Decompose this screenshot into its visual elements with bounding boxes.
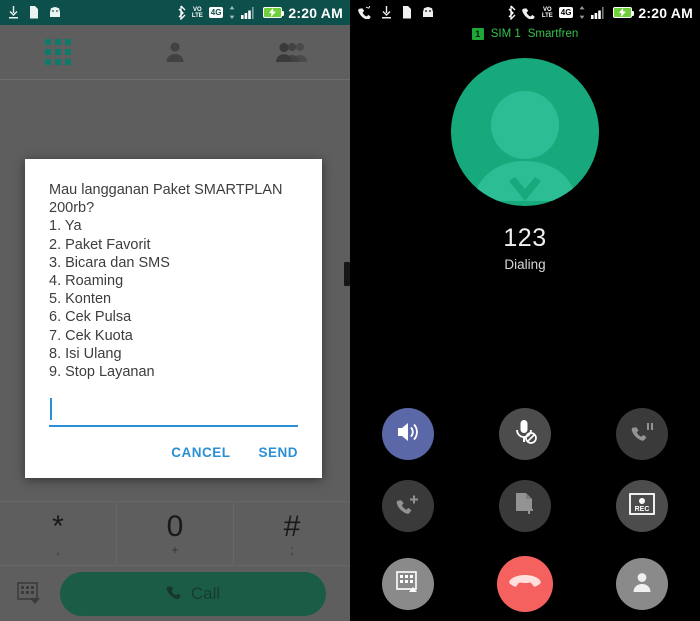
people-group-icon <box>275 41 308 63</box>
person-icon <box>631 571 653 598</box>
add-call-icon <box>396 493 420 520</box>
key-star[interactable]: * , <box>0 502 117 565</box>
sd-card-icon <box>401 6 412 19</box>
right-status-bar: VO LTE 4G 2:20 AM <box>350 0 700 25</box>
svg-text:REC: REC <box>634 506 649 513</box>
call-hold-icon <box>630 421 654 448</box>
add-call-button[interactable] <box>382 480 435 532</box>
contacts-button[interactable] <box>615 558 668 610</box>
hide-dialpad-button[interactable] <box>0 581 60 606</box>
data-arrows-icon <box>579 6 585 19</box>
ussd-input-wrap[interactable] <box>49 395 298 428</box>
volte-icon: VO LTE <box>191 6 203 19</box>
text-caret <box>50 398 52 421</box>
key-hash[interactable]: # ; <box>234 502 350 565</box>
hold-button[interactable] <box>615 408 668 460</box>
ussd-dialog-actions: CANCEL SEND <box>49 427 298 470</box>
download-icon <box>381 6 392 19</box>
status-time: 2:20 AM <box>288 4 343 21</box>
show-dialpad-button[interactable] <box>382 558 435 610</box>
bottom-call-controls <box>350 556 700 612</box>
ussd-message: Mau langganan Paket SMARTPLAN 200rb? 1. … <box>49 182 283 381</box>
signal-bars-icon <box>241 6 257 19</box>
left-phone-screen: VO LTE 4G 2:20 AM * , 0 + # ; Call Mau l… <box>0 0 350 621</box>
dialer-tab-bar <box>0 25 350 80</box>
dialer-call-bar: Call <box>0 565 350 621</box>
ussd-dialog: Mau langganan Paket SMARTPLAN 200rb? 1. … <box>25 159 322 479</box>
sim-carrier-line: 1 SIM 1 Smartfren <box>350 25 700 42</box>
tab-groups[interactable] <box>233 41 350 63</box>
note-add-icon <box>514 492 536 521</box>
right-phone-screen: VO LTE 4G 2:20 AM 1 SIM 1 Smartfren 123 … <box>350 0 700 621</box>
call-button[interactable]: Call <box>60 571 326 616</box>
keypad-row-last: * , 0 + # ; <box>0 501 350 565</box>
left-status-bar: VO LTE 4G 2:20 AM <box>0 0 350 25</box>
end-call-icon <box>509 574 541 595</box>
tab-dialpad[interactable] <box>0 39 117 65</box>
android-icon <box>48 6 62 19</box>
rec-icon: REC <box>628 492 655 521</box>
speaker-button[interactable] <box>382 408 435 460</box>
mic-muted-icon <box>513 419 537 450</box>
carrier-label: Smartfren <box>527 27 579 40</box>
person-icon <box>163 40 187 64</box>
transfer-button[interactable] <box>498 480 551 532</box>
person-avatar-icon <box>459 77 591 206</box>
mute-button[interactable] <box>498 408 551 460</box>
send-button[interactable]: SEND <box>258 445 298 460</box>
battery-charging-icon <box>613 7 635 18</box>
status-time: 2:20 AM <box>638 4 693 21</box>
cancel-button[interactable]: CANCEL <box>171 445 230 460</box>
call-button-label: Call <box>190 583 221 603</box>
signal-bars-icon <box>591 6 607 19</box>
android-icon <box>421 6 435 19</box>
sd-card-icon <box>28 6 39 19</box>
sim-badge: 1 <box>471 27 484 40</box>
missed-call-icon <box>358 5 372 20</box>
bluetooth-icon <box>506 5 516 21</box>
4g-icon: 4G <box>208 7 224 18</box>
avatar <box>451 58 599 206</box>
record-button[interactable]: REC <box>615 480 668 532</box>
phone-icon <box>166 585 184 603</box>
end-call-button[interactable] <box>496 556 553 612</box>
4g-icon: 4G <box>558 7 574 18</box>
data-arrows-icon <box>229 6 235 19</box>
callee-number: 123 <box>503 224 547 252</box>
status-right-icons: VO LTE 4G 2:20 AM <box>176 0 343 25</box>
dialpad-grid-icon <box>45 39 72 65</box>
speaker-icon <box>396 421 420 448</box>
key-zero[interactable]: 0 + <box>117 502 234 565</box>
dialpad-expand-icon <box>395 570 421 599</box>
volte-icon: VO LTE <box>541 6 553 19</box>
sim-label: SIM 1 <box>490 27 521 40</box>
tab-contacts[interactable] <box>117 40 234 64</box>
download-icon <box>8 6 19 19</box>
dialpad-collapse-icon <box>17 581 43 606</box>
battery-charging-icon <box>263 7 285 18</box>
call-controls-grid: REC <box>350 408 700 532</box>
bluetooth-icon <box>176 5 186 21</box>
status-left-icons-right <box>358 5 435 20</box>
call-icon <box>522 6 536 20</box>
status-right-icons-right: VO LTE 4G 2:20 AM <box>506 0 693 25</box>
dual-screenshot: VO LTE 4G 2:20 AM * , 0 + # ; Call Mau l… <box>0 0 700 621</box>
status-left-icons <box>8 6 62 19</box>
avatar-wrap <box>350 58 700 206</box>
call-state-label: Dialing <box>504 257 546 272</box>
